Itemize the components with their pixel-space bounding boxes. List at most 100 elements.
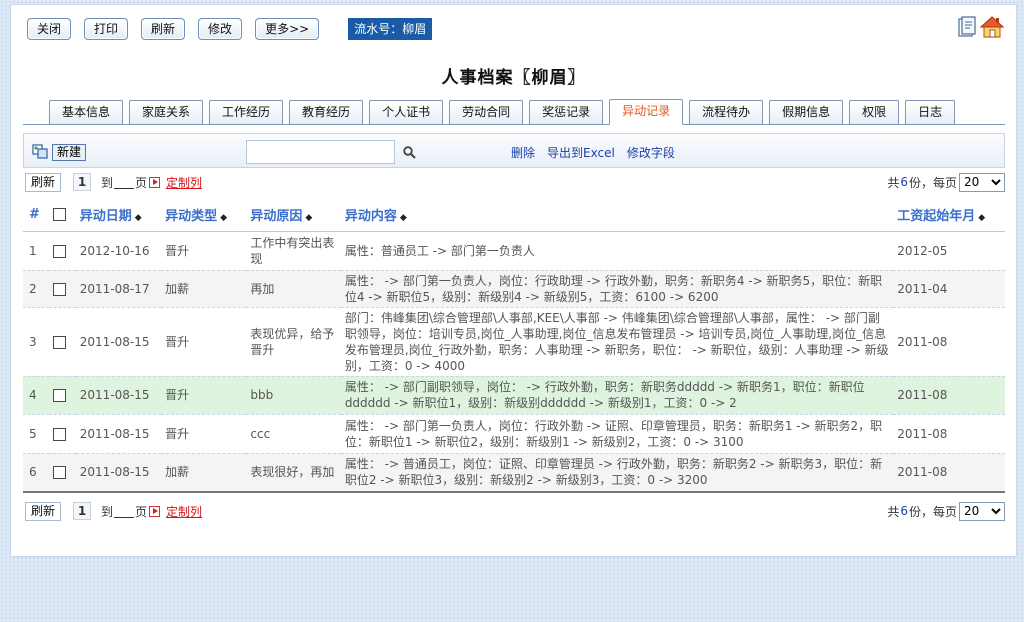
action-bar: 新建 删除 导出到Excel 修改字段	[23, 133, 1005, 168]
tab-basic-info[interactable]: 基本信息	[49, 100, 124, 124]
new-button[interactable]: 新建	[32, 143, 87, 162]
row-checkbox[interactable]	[53, 335, 67, 349]
row-checkbox-cell	[49, 376, 76, 415]
select-all-checkbox[interactable]	[53, 208, 67, 222]
more-button[interactable]: 更多>>	[255, 18, 320, 40]
row-checkbox[interactable]	[53, 466, 67, 480]
goto-label: 到	[101, 504, 114, 519]
col-header-type[interactable]: 异动类型 ◆	[161, 199, 247, 232]
row-number: 2	[23, 270, 50, 308]
tab-certificates[interactable]: 个人证书	[369, 100, 444, 124]
row-checkbox[interactable]	[53, 282, 67, 296]
tab-labor-contract[interactable]: 劳动合同	[449, 100, 524, 124]
row-checkbox[interactable]	[53, 389, 67, 402]
tab-log[interactable]: 日志	[905, 100, 956, 124]
row-number: 1	[23, 231, 50, 271]
total-suffix: 份，	[908, 504, 933, 519]
per-page-select[interactable]: 20	[959, 501, 1005, 521]
tab-rewards-penalties[interactable]: 奖惩记录	[529, 100, 604, 124]
tab-family[interactable]: 家庭关系	[129, 100, 204, 124]
go-arrow-icon[interactable]	[149, 176, 161, 188]
current-page[interactable]: 1	[73, 502, 92, 520]
sort-icon: ◆	[305, 213, 313, 224]
document-icon[interactable]	[956, 15, 978, 39]
row-date: 2011-08-17	[75, 270, 162, 308]
print-button[interactable]: 打印	[84, 18, 129, 40]
goto-page-input[interactable]	[114, 505, 135, 518]
row-type: 加薪	[161, 270, 247, 308]
table-row[interactable]: 1 2012-10-16 晋升 工作中有突出表现 属性：普通员工 -> 部门第一…	[23, 231, 1005, 271]
row-reason: ccc	[246, 414, 341, 454]
row-checkbox[interactable]	[53, 427, 67, 441]
tab-work-history[interactable]: 工作经历	[209, 100, 284, 124]
refresh-button[interactable]: 刷新	[141, 18, 186, 40]
col-header-reason[interactable]: 异动原因 ◆	[246, 199, 341, 232]
tab-leave-info[interactable]: 假期信息	[769, 100, 844, 124]
row-salary-month: 2011-08	[893, 453, 1005, 493]
row-type: 加薪	[161, 453, 247, 493]
new-button-label: 新建	[52, 144, 87, 161]
table-row[interactable]: 6 2011-08-15 加薪 表现很好，再加 属性： -> 普通员工，岗位：证…	[23, 453, 1005, 493]
table-row[interactable]: 2 2011-08-17 加薪 再加 属性： -> 部门第一负责人，岗位：行政助…	[23, 270, 1005, 308]
search-input[interactable]	[246, 140, 395, 164]
transfer-records-table: # 异动日期 ◆ 异动类型 ◆ 异动原因 ◆ 异动内容 ◆ 工资起始年月 ◆ 1 2012…	[23, 199, 1005, 493]
pager-summary: 共 6 份， 每页 20	[887, 501, 1005, 521]
tab-transfer-records[interactable]: 异动记录	[609, 99, 684, 125]
row-reason: bbb	[246, 376, 341, 415]
sort-icon: ◆	[220, 213, 228, 224]
top-icons	[956, 15, 1005, 39]
row-type: 晋升	[161, 414, 247, 454]
pager-summary: 共 6 份， 每页 20	[887, 172, 1005, 192]
table-row[interactable]: 4 2011-08-15 晋升 bbb 属性： -> 部门副职领导，岗位： ->…	[23, 376, 1005, 415]
row-salary-month: 2011-08	[893, 307, 1005, 377]
row-type: 晋升	[161, 307, 247, 377]
page-unit-label: 页	[135, 504, 148, 519]
col-header-content[interactable]: 异动内容 ◆	[340, 199, 894, 232]
tab-bar: 基本信息 家庭关系 工作经历 教育经历 个人证书 劳动合同 奖惩记录 异动记录 …	[23, 98, 1005, 125]
close-button[interactable]: 关闭	[27, 18, 72, 40]
row-reason: 表现优异，给予晋升	[246, 307, 341, 377]
row-content: 属性： -> 普通员工，岗位：证照、印章管理员 -> 行政外勤，职务：新职务2 …	[340, 453, 894, 493]
row-checkbox[interactable]	[53, 244, 67, 258]
table-row[interactable]: 3 2011-08-15 晋升 表现优异，给予晋升 部门：伟峰集团\综合管理部\…	[23, 307, 1005, 377]
pager-refresh-button[interactable]: 刷新	[25, 501, 62, 521]
serial-number-badge: 流水号：柳眉	[348, 18, 433, 40]
row-reason: 再加	[246, 270, 341, 308]
row-checkbox-cell	[49, 307, 76, 377]
row-number: 3	[23, 307, 50, 377]
toolbar: 关闭 打印 刷新 修改 更多>> 流水号：柳眉	[27, 17, 433, 41]
row-checkbox-cell	[49, 270, 76, 308]
home-icon[interactable]	[979, 15, 1005, 39]
edit-button[interactable]: 修改	[198, 18, 243, 40]
delete-link[interactable]: 删除	[511, 144, 535, 161]
col-header-date[interactable]: 异动日期 ◆	[75, 199, 162, 232]
sort-icon: ◆	[978, 213, 986, 224]
pager-refresh-button[interactable]: 刷新	[25, 172, 62, 192]
custom-columns-link[interactable]: 定制列	[166, 174, 202, 191]
action-links: 删除 导出到Excel 修改字段	[511, 144, 675, 161]
tab-education[interactable]: 教育经历	[289, 100, 364, 124]
tab-permissions[interactable]: 权限	[849, 100, 900, 124]
current-page[interactable]: 1	[73, 173, 92, 191]
pager-bottom: 刷新 1 到 页 定制列 共 6 份， 每页 20	[25, 500, 1005, 522]
page-unit-label: 页	[135, 175, 148, 190]
table-header: # 异动日期 ◆ 异动类型 ◆ 异动原因 ◆ 异动内容 ◆ 工资起始年月 ◆	[23, 199, 1005, 232]
go-arrow-icon[interactable]	[149, 505, 161, 517]
row-type: 晋升	[161, 376, 247, 415]
per-page-select[interactable]: 20	[959, 172, 1005, 192]
goto-page-input[interactable]	[114, 176, 135, 189]
col-header-salary-month[interactable]: 工资起始年月 ◆	[893, 199, 1005, 232]
row-date: 2011-08-15	[75, 376, 162, 415]
custom-columns-link[interactable]: 定制列	[166, 503, 202, 520]
row-checkbox-cell	[49, 414, 76, 454]
total-prefix: 共	[887, 504, 900, 519]
search-icon[interactable]	[403, 146, 416, 162]
tab-pending-workflow[interactable]: 流程待办	[689, 100, 764, 124]
row-date: 2012-10-16	[75, 231, 162, 271]
table-row[interactable]: 5 2011-08-15 晋升 ccc 属性： -> 部门第一负责人，岗位：行政…	[23, 414, 1005, 454]
row-content: 属性： -> 部门第一负责人，岗位：行政助理 -> 行政外勤，职务：新职务4 -…	[340, 270, 894, 308]
export-excel-link[interactable]: 导出到Excel	[547, 144, 615, 161]
row-number: 6	[23, 453, 50, 493]
edit-fields-link[interactable]: 修改字段	[627, 144, 675, 161]
row-salary-month: 2012-05	[893, 231, 1005, 271]
